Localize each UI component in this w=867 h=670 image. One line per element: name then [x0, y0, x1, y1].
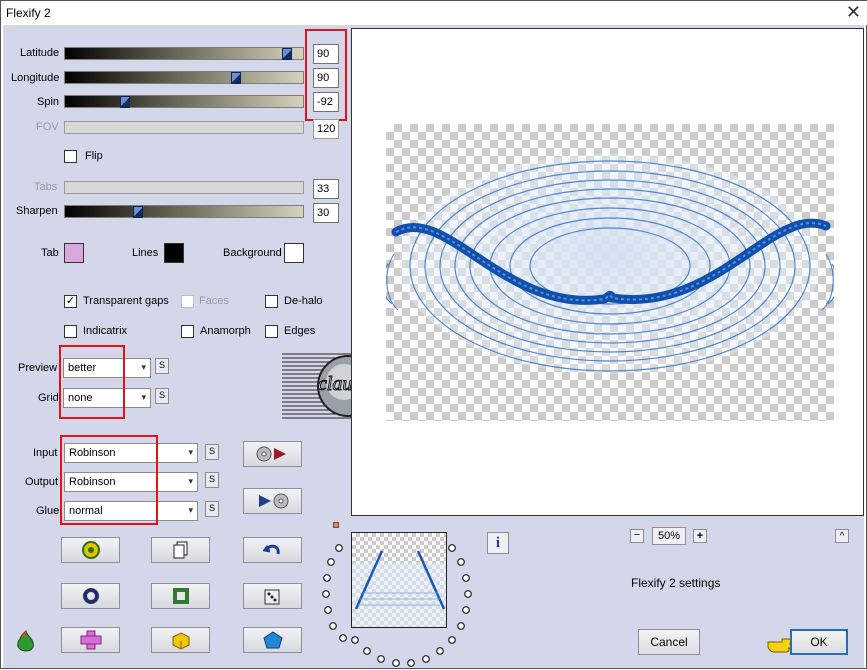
- flip-label: Flip: [85, 150, 103, 162]
- dice-button[interactable]: [243, 583, 302, 609]
- sharpen-slider[interactable]: [64, 205, 304, 218]
- spin-slider-thumb[interactable]: [120, 96, 130, 108]
- flip-checkbox[interactable]: [64, 150, 77, 163]
- faces-label: Faces: [199, 295, 229, 307]
- edges-checkbox[interactable]: [265, 325, 278, 338]
- highlight-box-projection: [60, 435, 158, 525]
- tabs-field[interactable]: 33: [313, 179, 339, 199]
- load-preset-button[interactable]: [243, 441, 302, 467]
- disc-play-icon: [256, 446, 286, 462]
- square-frame-icon: [172, 588, 189, 604]
- zoom-in-button[interactable]: +: [693, 529, 707, 543]
- chevron-down-icon: ▾: [141, 362, 146, 372]
- title-bar: Flexify 2 ✕: [1, 1, 867, 25]
- glue-label: Glue: [36, 505, 60, 517]
- flexify-dialog: Flexify 2 ✕ Latitude 90 Longitude 90 Spi…: [0, 0, 867, 669]
- plugin-cross-button[interactable]: [61, 627, 120, 653]
- copy-button[interactable]: [151, 537, 210, 563]
- chevron-down-icon: ▾: [188, 476, 193, 486]
- cancel-button[interactable]: Cancel: [638, 629, 700, 655]
- randomize-button[interactable]: [61, 537, 120, 563]
- edges-label: Edges: [284, 325, 316, 337]
- zoom-level: 50%: [652, 527, 686, 545]
- copy-page-icon: [173, 541, 187, 559]
- close-icon[interactable]: ✕: [846, 3, 861, 21]
- spin-slider[interactable]: [64, 95, 304, 108]
- sharpen-slider-thumb[interactable]: [133, 206, 143, 218]
- window-title: Flexify 2: [6, 6, 51, 20]
- grid-s-button[interactable]: S: [155, 388, 169, 404]
- navigator-thumbnail[interactable]: [351, 532, 447, 628]
- preview-s-button[interactable]: S: [155, 358, 169, 374]
- preview-canvas[interactable]: [351, 28, 864, 516]
- background-color-label: Background: [223, 247, 282, 259]
- sharpen-field[interactable]: 30: [313, 203, 339, 223]
- fov-slider: [64, 121, 304, 134]
- transparent-gaps-checkbox[interactable]: ✓: [64, 295, 77, 308]
- spin-label: Spin: [37, 96, 60, 108]
- frame-button[interactable]: [151, 583, 210, 609]
- info-icon[interactable]: i: [487, 532, 509, 554]
- fov-field: 120: [313, 119, 339, 139]
- ok-button[interactable]: OK: [790, 629, 848, 655]
- tab-color-label: Tab: [41, 247, 59, 259]
- undo-button[interactable]: [243, 537, 302, 563]
- collapse-button[interactable]: ^: [835, 529, 849, 543]
- lines-color-label: Lines: [132, 247, 159, 259]
- play-disc-icon: [258, 493, 288, 509]
- plugin-gem-button[interactable]: [243, 627, 302, 653]
- longitude-slider[interactable]: [64, 71, 304, 84]
- input-label: Input: [33, 447, 58, 459]
- blue-gem-icon: [262, 631, 283, 649]
- glue-s-button[interactable]: S: [205, 501, 219, 517]
- fov-label: FOV: [36, 121, 59, 133]
- undo-arrow-icon: [262, 544, 280, 555]
- latitude-slider[interactable]: [64, 47, 304, 60]
- output-label: Output: [25, 476, 59, 488]
- output-s-button[interactable]: S: [205, 472, 219, 488]
- de-halo-label: De-halo: [284, 295, 323, 307]
- faces-checkbox: [181, 295, 194, 308]
- yellow-cube-icon: [172, 632, 189, 650]
- pink-cross-icon: [80, 630, 101, 650]
- chevron-down-icon: ▾: [188, 447, 193, 457]
- chevron-down-icon: ▾: [188, 505, 193, 515]
- background-color-swatch[interactable]: [284, 243, 304, 263]
- sharpen-label: Sharpen: [16, 205, 58, 217]
- globe-button[interactable]: [61, 583, 120, 609]
- highlight-box-preview-grid: [59, 345, 125, 419]
- zoom-out-button[interactable]: −: [630, 529, 644, 543]
- transparent-gaps-label: Transparent gaps: [83, 295, 169, 307]
- save-preset-button[interactable]: [243, 488, 302, 514]
- settings-caption: Flexify 2 settings: [631, 576, 721, 590]
- chevron-down-icon: ▾: [141, 392, 146, 402]
- preview-label: Preview: [18, 362, 58, 374]
- tab-color-swatch[interactable]: [64, 243, 84, 263]
- de-halo-checkbox[interactable]: [265, 295, 278, 308]
- tabs-slider: [64, 181, 304, 194]
- anamorph-checkbox[interactable]: [181, 325, 194, 338]
- latitude-label: Latitude: [20, 47, 60, 59]
- preview-render: [386, 154, 834, 374]
- input-s-button[interactable]: S: [205, 444, 219, 460]
- ring-icon: [82, 588, 99, 604]
- flaming-pear-logo-icon: [17, 630, 34, 652]
- indicatrix-label: Indicatrix: [83, 325, 128, 337]
- anamorph-label: Anamorph: [200, 325, 251, 337]
- random-swirl-icon: [81, 541, 100, 559]
- grid-label: Grid: [38, 392, 59, 404]
- thumbnail-render: [352, 550, 446, 627]
- longitude-slider-thumb[interactable]: [231, 72, 241, 84]
- latitude-slider-thumb[interactable]: [282, 48, 292, 60]
- indicatrix-checkbox[interactable]: [64, 325, 77, 338]
- tabs-label: Tabs: [34, 181, 58, 193]
- lines-color-swatch[interactable]: [164, 243, 184, 263]
- plugin-cube-button[interactable]: [151, 627, 210, 653]
- dice-icon: [264, 589, 279, 605]
- highlight-box-angles: [305, 29, 347, 121]
- longitude-label: Longitude: [11, 72, 60, 84]
